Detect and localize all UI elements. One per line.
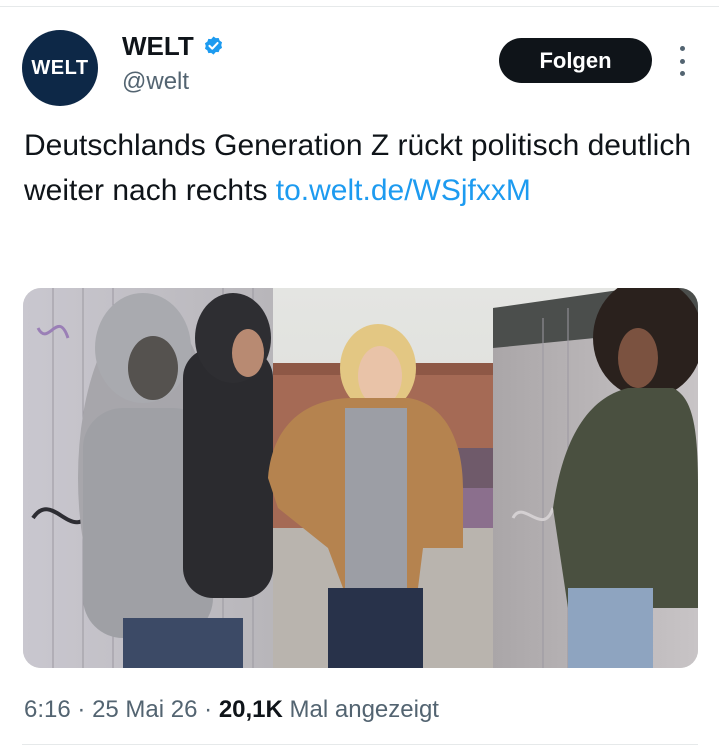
avatar[interactable]: WELT [22,30,98,106]
view-count: 20,1K [218,696,283,723]
tweet-text: Deutschlands Generation Z rückt politisc… [24,123,694,213]
tweet-time[interactable]: 6:16 [24,696,71,723]
display-name[interactable]: WELT [122,31,194,62]
tweet-meta: 6:16 · 25 Mai 26 · 20,1K Mal angezeigt [24,696,439,724]
tweet-media-photo[interactable] [23,288,698,668]
tweet-link[interactable]: to.welt.de/WSjfxxM [276,174,531,207]
follow-button[interactable]: Folgen [499,38,652,83]
avatar-logo-text: WELT [31,56,89,79]
top-divider [0,6,719,7]
verified-badge-icon [204,36,222,55]
photo-illustration [23,288,698,668]
account-handle[interactable]: @welt [122,68,189,96]
author-name-row: WELT [122,31,225,62]
tweet-date[interactable]: 25 Mai 26 [92,696,197,723]
more-options-icon[interactable] [672,46,692,76]
meta-separator: · [204,696,213,723]
view-count-label: Mal angezeigt [289,696,439,723]
bottom-divider [22,744,698,745]
meta-separator: · [77,696,86,723]
